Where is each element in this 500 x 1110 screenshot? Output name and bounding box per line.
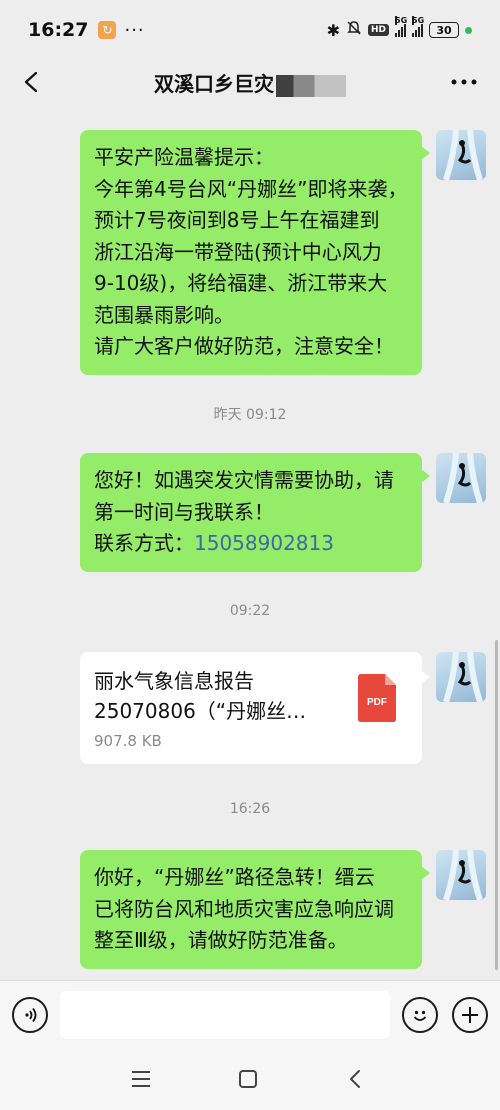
message-line: 您好！如遇突发灾情需要协助，请 [94, 468, 394, 492]
signal-icon: 5G [395, 16, 407, 37]
chat-area[interactable]: 平安产险温馨提示： 今年第4号台风“丹娜丝”即将来袭， 预计7号夜间到8号上午在… [0, 120, 500, 980]
file-name-line-2: 25070806（“丹娜丝… [94, 699, 307, 723]
message-input[interactable] [60, 991, 390, 1039]
emoji-button[interactable] [402, 997, 438, 1033]
status-bar: 16:27 ↻ ··· ✱ HD 5G 5G 30 [0, 0, 500, 60]
system-navigation-bar [0, 1048, 500, 1110]
avatar[interactable] [436, 130, 486, 180]
bluetooth-icon: ✱ [326, 20, 340, 40]
chat-header: 双溪口乡巨灾 [0, 60, 500, 104]
timestamp: 16:26 [229, 801, 271, 817]
pdf-label: PDF [367, 697, 387, 708]
status-time: 16:27 [28, 19, 89, 41]
chat-title-text: 双溪口乡巨 [154, 72, 254, 96]
file-name-line-1: 丽水气象信息报告 [94, 669, 254, 693]
file-message-card[interactable]: 丽水气象信息报告 25070806（“丹娜丝… 907.8 KB PDF [80, 652, 430, 764]
message-line: 浙江沿海一带登陆(预计中心风力 [94, 239, 382, 264]
message-bubble[interactable]: 平安产险温馨提示： 今年第4号台风“丹娜丝”即将来袭， 预计7号夜间到8号上午在… [80, 130, 430, 375]
message-line: 9-10级)，将给福建、浙江带来大 [94, 271, 388, 295]
home-button[interactable] [233, 1064, 263, 1094]
message-line: 范围暴雨影响。 [94, 302, 234, 327]
message-line: 联系方式：15058902813 [94, 528, 408, 560]
system-back-button[interactable] [340, 1064, 370, 1094]
message-line: 请广大客户做好防范，注意安全！ [94, 334, 394, 358]
home-icon [239, 1070, 257, 1088]
menu-button[interactable] [126, 1064, 156, 1094]
battery-icon: 30 [429, 22, 459, 38]
input-bar [0, 980, 500, 1048]
message-line: 平安产险温馨提示： [94, 145, 274, 169]
voice-input-button[interactable] [12, 997, 48, 1033]
avatar[interactable] [436, 652, 486, 702]
avatar[interactable] [436, 453, 486, 503]
back-icon [350, 1070, 360, 1088]
status-indicators: ✱ HD 5G 5G 30 [326, 16, 472, 40]
menu-icon [132, 1071, 150, 1087]
more-actions-button[interactable] [452, 997, 488, 1033]
message-line: 已将防台风和地质灾害应急响应调 [94, 896, 394, 921]
message-bubble[interactable]: 你好，“丹娜丝”路径急转！缙云 已将防台风和地质灾害应急响应调 整至Ⅲ级，请做好… [80, 850, 430, 969]
message-bubble[interactable]: 您好！如遇突发灾情需要协助，请 第一时间与我联系！ 联系方式：150589028… [80, 453, 430, 572]
voice-icon [25, 1007, 37, 1023]
emoji-icon [413, 1010, 427, 1021]
more-button[interactable] [446, 64, 482, 100]
timestamp: 09:22 [229, 603, 271, 619]
pdf-file-icon: PDF [358, 674, 396, 722]
chat-scrollbar[interactable] [495, 640, 498, 970]
message-line: 你好，“丹娜丝”路径急转！缙云 [94, 865, 375, 889]
file-size: 907.8 KB [94, 732, 162, 750]
message-line: 第一时间与我联系！ [94, 499, 274, 524]
more-icon [451, 79, 477, 85]
message-line: 整至Ⅲ级，请做好防范准备。 [94, 928, 348, 952]
hd-icon: HD [367, 24, 389, 36]
plus-icon [462, 1007, 478, 1023]
message-line: 预计7号夜间到8号上午在福建到 [94, 208, 380, 232]
timestamp: 昨天 09:12 [213, 407, 287, 423]
message-line: 今年第4号台风“丹娜丝”即将来袭， [94, 176, 408, 201]
chat-title: 双溪口乡巨灾 [0, 68, 500, 97]
phone-link[interactable]: 15058902813 [194, 531, 334, 555]
contact-label: 联系方式： [94, 531, 194, 555]
notification-app-icon: ↻ [98, 21, 117, 39]
chat-title-partial: 灾 [254, 72, 274, 96]
redacted-mask [276, 74, 346, 97]
mute-bell-icon [346, 20, 362, 40]
avatar[interactable] [436, 850, 486, 900]
signal-icon-2: 5G [412, 16, 424, 37]
more-notifications-icon: ··· [124, 19, 145, 41]
privacy-indicator-dot [465, 26, 472, 34]
